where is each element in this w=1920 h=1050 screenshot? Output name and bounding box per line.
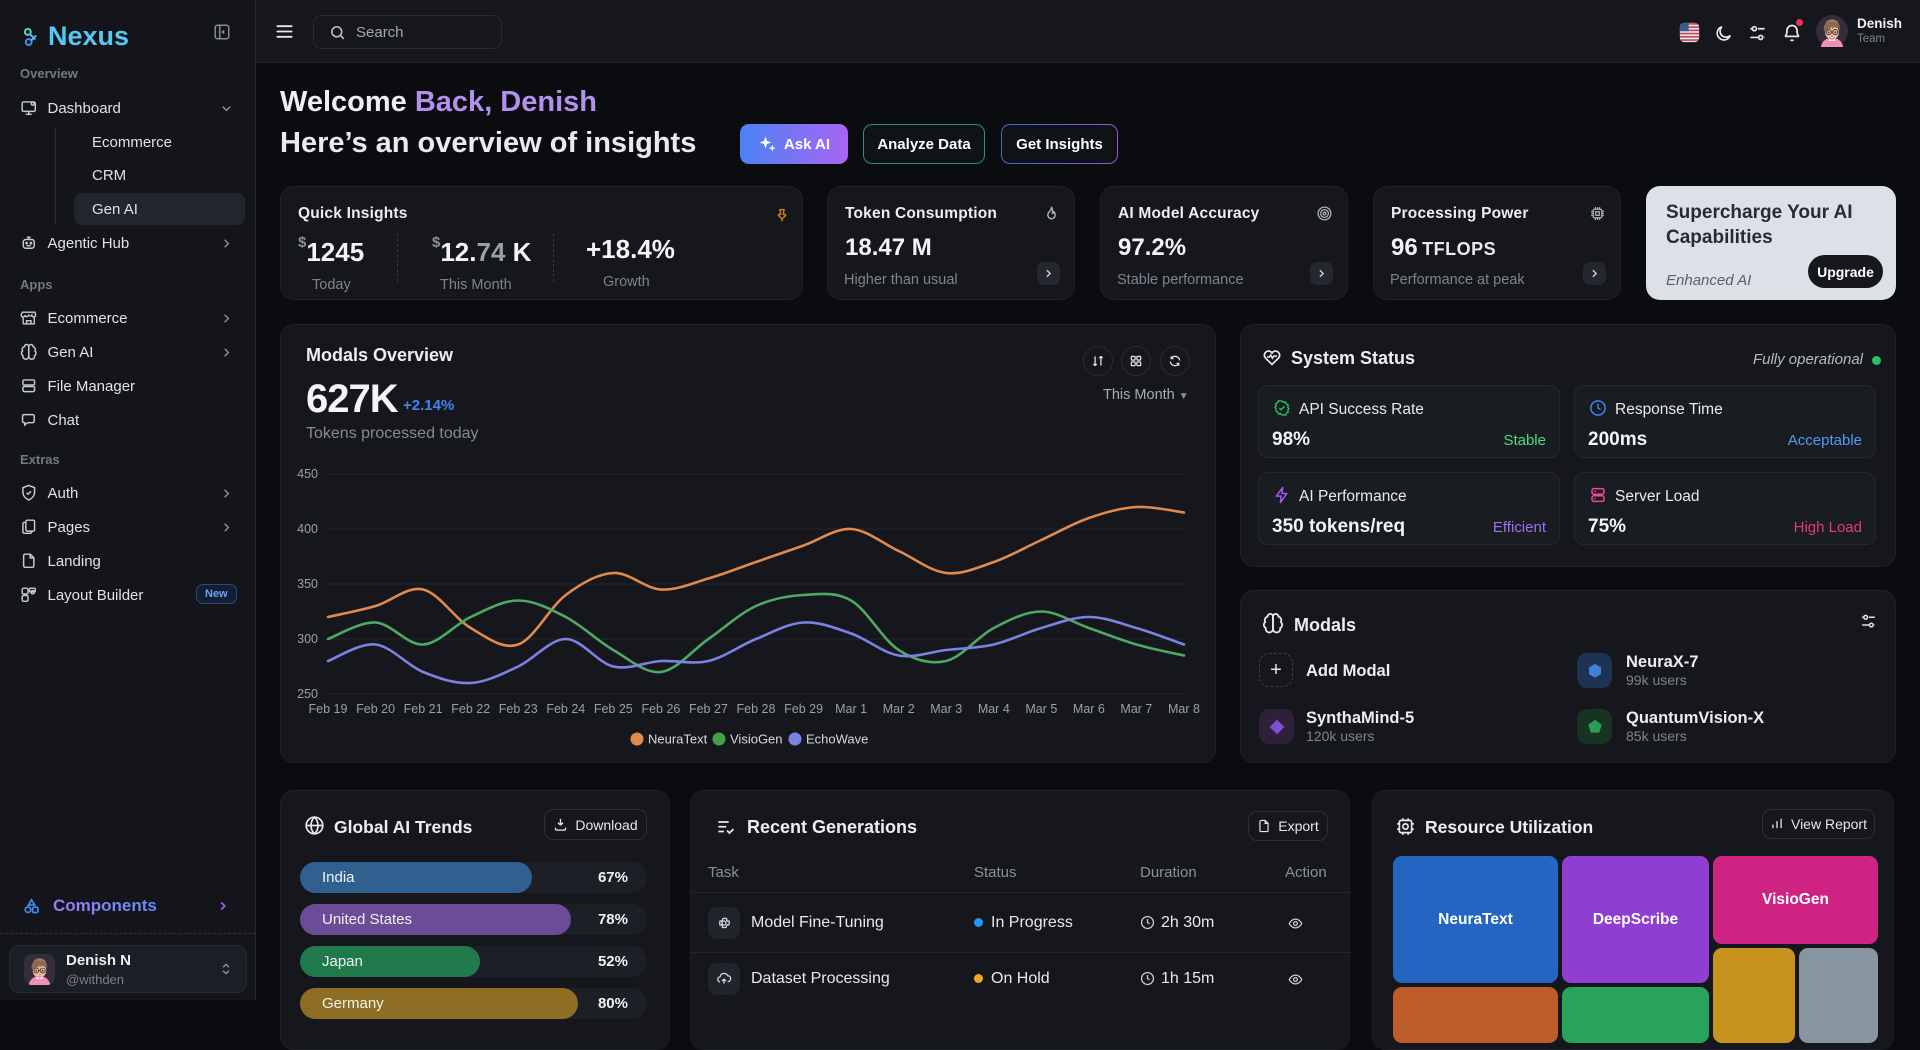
svg-text:Feb 24: Feb 24 bbox=[546, 702, 585, 716]
svg-text:250: 250 bbox=[297, 687, 318, 701]
svg-text:Feb 23: Feb 23 bbox=[499, 702, 538, 716]
svg-text:300: 300 bbox=[297, 632, 318, 646]
svg-text:350: 350 bbox=[297, 577, 318, 591]
svg-text:Mar 6: Mar 6 bbox=[1073, 702, 1105, 716]
svg-text:Feb 28: Feb 28 bbox=[737, 702, 776, 716]
svg-text:Mar 4: Mar 4 bbox=[978, 702, 1010, 716]
svg-text:Mar 1: Mar 1 bbox=[835, 702, 867, 716]
svg-text:Feb 22: Feb 22 bbox=[451, 702, 490, 716]
svg-text:Mar 5: Mar 5 bbox=[1025, 702, 1057, 716]
svg-text:Mar 3: Mar 3 bbox=[930, 702, 962, 716]
svg-text:Feb 20: Feb 20 bbox=[356, 702, 395, 716]
svg-text:VisioGen: VisioGen bbox=[730, 732, 783, 747]
svg-text:Feb 19: Feb 19 bbox=[309, 702, 348, 716]
svg-text:Mar 7: Mar 7 bbox=[1120, 702, 1152, 716]
svg-text:Feb 25: Feb 25 bbox=[594, 702, 633, 716]
svg-text:Feb 29: Feb 29 bbox=[784, 702, 823, 716]
svg-text:NeuraText: NeuraText bbox=[648, 732, 708, 747]
svg-text:Feb 26: Feb 26 bbox=[641, 702, 680, 716]
svg-text:Feb 27: Feb 27 bbox=[689, 702, 728, 716]
svg-text:400: 400 bbox=[297, 522, 318, 536]
svg-text:Mar 2: Mar 2 bbox=[883, 702, 915, 716]
svg-text:450: 450 bbox=[297, 467, 318, 481]
svg-text:Feb 21: Feb 21 bbox=[404, 702, 443, 716]
svg-text:EchoWave: EchoWave bbox=[806, 732, 868, 747]
svg-text:Mar 8: Mar 8 bbox=[1168, 702, 1200, 716]
